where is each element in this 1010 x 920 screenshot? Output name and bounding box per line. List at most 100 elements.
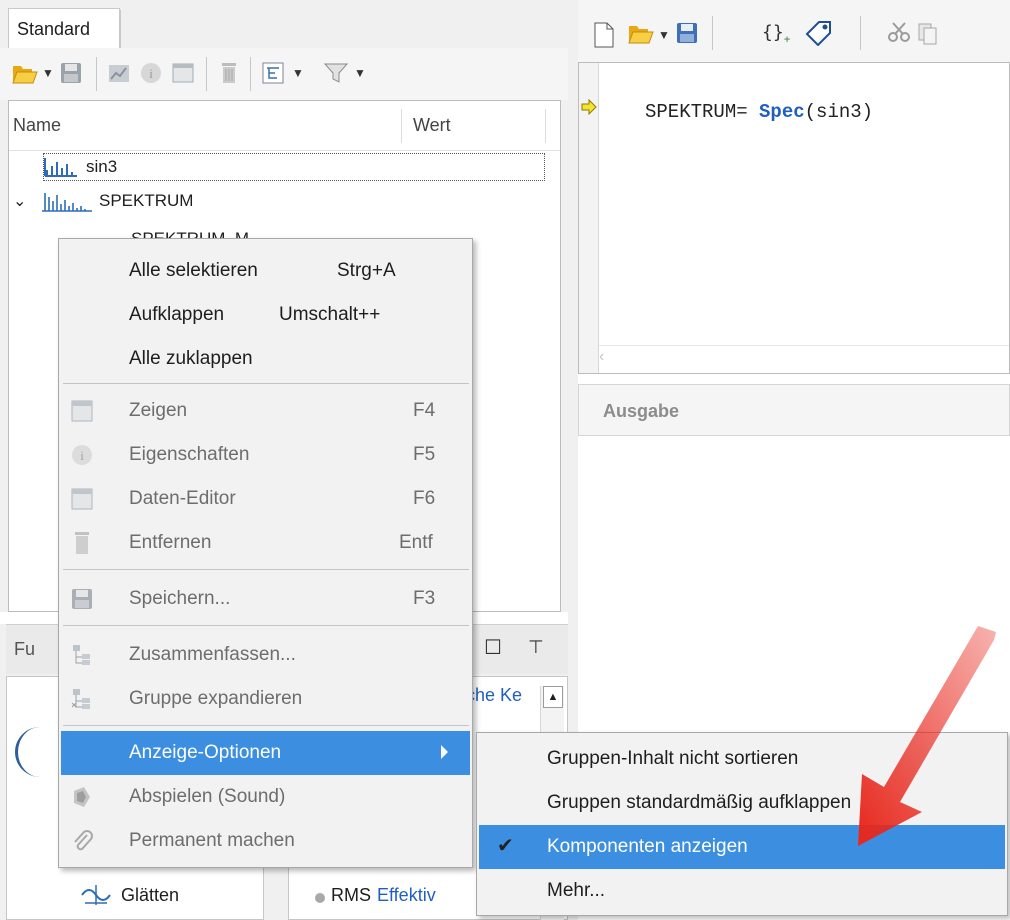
toolbar-separator	[250, 57, 251, 91]
menu-item-label: Gruppe expandieren	[129, 688, 303, 709]
workspace-toolbar: ▼ i ▼ ▼	[0, 48, 568, 100]
submenu-item-more[interactable]: Mehr...	[479, 869, 1005, 913]
checkmark-icon: ✔	[497, 835, 514, 857]
toolbar-separator	[860, 16, 861, 50]
signal-icon	[44, 158, 77, 177]
open-dropdown-icon[interactable]: ▼	[42, 66, 54, 80]
column-divider[interactable]	[401, 109, 402, 143]
menu-item-make-permanent[interactable]: Permanent machen	[61, 819, 470, 863]
menu-separator	[63, 725, 469, 726]
tag-icon[interactable]	[804, 20, 834, 46]
menu-item-display-options[interactable]: Anzeige-Optionen	[61, 731, 470, 775]
svg-text:i: i	[149, 66, 153, 81]
editor-horizontal-scrollbar[interactable]: ‹	[599, 345, 1009, 373]
menu-item-shortcut: F6	[413, 488, 436, 509]
svg-text:i: i	[80, 448, 84, 463]
toolbar-separator	[96, 57, 97, 91]
category-icon	[15, 727, 55, 777]
maximize-icon[interactable]: ☐	[484, 635, 502, 660]
save-icon	[72, 589, 92, 609]
menu-item-label: Permanent machen	[129, 830, 295, 851]
menu-item-label: Aufklappen	[129, 304, 225, 325]
list-item[interactable]: Glätten	[121, 885, 179, 906]
open-dropdown-icon[interactable]: ▼	[658, 28, 670, 42]
expand-group-icon	[71, 689, 90, 709]
functions-tab[interactable]: Fu	[14, 639, 35, 660]
code-lhs: SPEKTRUM=	[645, 101, 760, 123]
table-icon	[71, 400, 93, 422]
toolbar-separator	[712, 16, 713, 50]
display-options-submenu: Gruppen-Inhalt nicht sortieren Gruppen s…	[476, 732, 1008, 916]
trash-icon	[75, 532, 89, 554]
menu-item-show[interactable]: Zeigen F4	[61, 389, 470, 433]
menu-item-expand[interactable]: Aufklappen Umschalt++	[61, 293, 470, 337]
tab-label: Standard	[17, 19, 91, 39]
submenu-item-no-sort[interactable]: Gruppen-Inhalt nicht sortieren	[479, 737, 1005, 781]
editor-toolbar: ▼ {}+	[578, 0, 1010, 62]
menu-item-label: Abspielen (Sound)	[129, 786, 286, 807]
output-header: Ausgabe	[578, 384, 1010, 436]
code-line[interactable]: SPEKTRUM= Spec(sin3)	[645, 101, 873, 123]
toolbar-separator	[206, 57, 207, 91]
submenu-item-expand-default[interactable]: Gruppen standardmäßig aufklappen	[479, 781, 1005, 825]
cut-icon[interactable]	[888, 22, 910, 44]
group-view-icon[interactable]	[262, 62, 284, 84]
menu-item-label: Zusammenfassen...	[129, 644, 296, 665]
collapse-chevron-icon[interactable]: ⌄	[13, 191, 26, 211]
menu-item-label: Alle zuklappen	[129, 348, 253, 369]
menu-item-expand-group[interactable]: Gruppe expandieren	[61, 677, 470, 721]
tree-row-spektrum[interactable]: ⌄ SPEKTRUM	[13, 189, 553, 217]
tree-row-sin3[interactable]: sin3	[43, 153, 545, 181]
menu-item-shortcut: Entf	[399, 532, 433, 553]
column-divider[interactable]	[545, 109, 546, 143]
menu-item-combine[interactable]: Zusammenfassen...	[61, 633, 470, 677]
tree-item-label: SPEKTRUM	[99, 191, 194, 210]
chart-icon[interactable]	[108, 62, 130, 84]
menu-item-select-all[interactable]: Alle selektieren Strg+A	[61, 249, 470, 293]
menu-item-remove[interactable]: Entfernen Entf	[61, 521, 470, 565]
menu-item-data-editor[interactable]: Daten-Editor F6	[61, 477, 470, 521]
column-value[interactable]: Wert	[413, 115, 451, 136]
menu-item-play-sound[interactable]: Abspielen (Sound)	[61, 775, 470, 819]
trash-icon[interactable]	[218, 62, 240, 84]
menu-item-label: Eigenschaften	[129, 444, 250, 465]
info-icon[interactable]: i	[140, 62, 162, 84]
column-name[interactable]: Name	[13, 115, 61, 136]
submenu-item-label: Gruppen-Inhalt nicht sortieren	[547, 748, 799, 769]
submenu-item-label: Mehr...	[547, 880, 606, 901]
function-icon[interactable]: {}+	[762, 22, 790, 46]
menu-item-collapse-all[interactable]: Alle zuklappen	[61, 337, 470, 381]
open-folder-icon[interactable]	[628, 22, 654, 44]
submenu-item-label: Komponenten anzeigen	[547, 836, 748, 857]
rms-description[interactable]: Effektiv	[377, 885, 436, 906]
menu-item-properties[interactable]: i Eigenschaften F5	[61, 433, 470, 477]
view-dropdown-icon[interactable]: ▼	[292, 66, 304, 80]
output-title: Ausgabe	[603, 401, 680, 421]
menu-separator	[63, 569, 469, 570]
tab-divider	[120, 10, 121, 48]
scroll-up-icon[interactable]: ▲	[543, 686, 563, 708]
code-function: Spec	[759, 101, 805, 123]
menu-item-shortcut: F3	[413, 588, 436, 609]
new-file-icon[interactable]	[594, 22, 614, 48]
filter-dropdown-icon[interactable]: ▼	[354, 66, 366, 80]
scroll-left-icon[interactable]: ‹	[599, 348, 604, 366]
spectrum-icon	[42, 193, 92, 212]
open-folder-icon[interactable]	[12, 62, 38, 84]
save-icon[interactable]	[60, 62, 82, 84]
code-editor[interactable]: SPEKTRUM= Spec(sin3) ‹	[578, 62, 1010, 374]
rms-label[interactable]: RMS	[331, 885, 371, 906]
filter-icon[interactable]	[324, 62, 348, 84]
table-icon[interactable]	[172, 62, 194, 84]
save-icon[interactable]	[676, 22, 698, 44]
menu-item-save[interactable]: Speichern... F3	[61, 577, 470, 621]
submenu-item-show-components[interactable]: ✔ Komponenten anzeigen	[479, 825, 1005, 869]
copy-icon[interactable]	[918, 20, 938, 46]
table-icon	[71, 488, 93, 510]
info-icon: i	[72, 445, 92, 465]
tree-item-label: sin3	[86, 157, 118, 176]
pin-icon[interactable]: ⊤	[528, 637, 544, 658]
editor-gutter	[579, 63, 599, 373]
tab-standard[interactable]: Standard	[8, 8, 120, 48]
menu-item-label: Daten-Editor	[129, 488, 236, 509]
